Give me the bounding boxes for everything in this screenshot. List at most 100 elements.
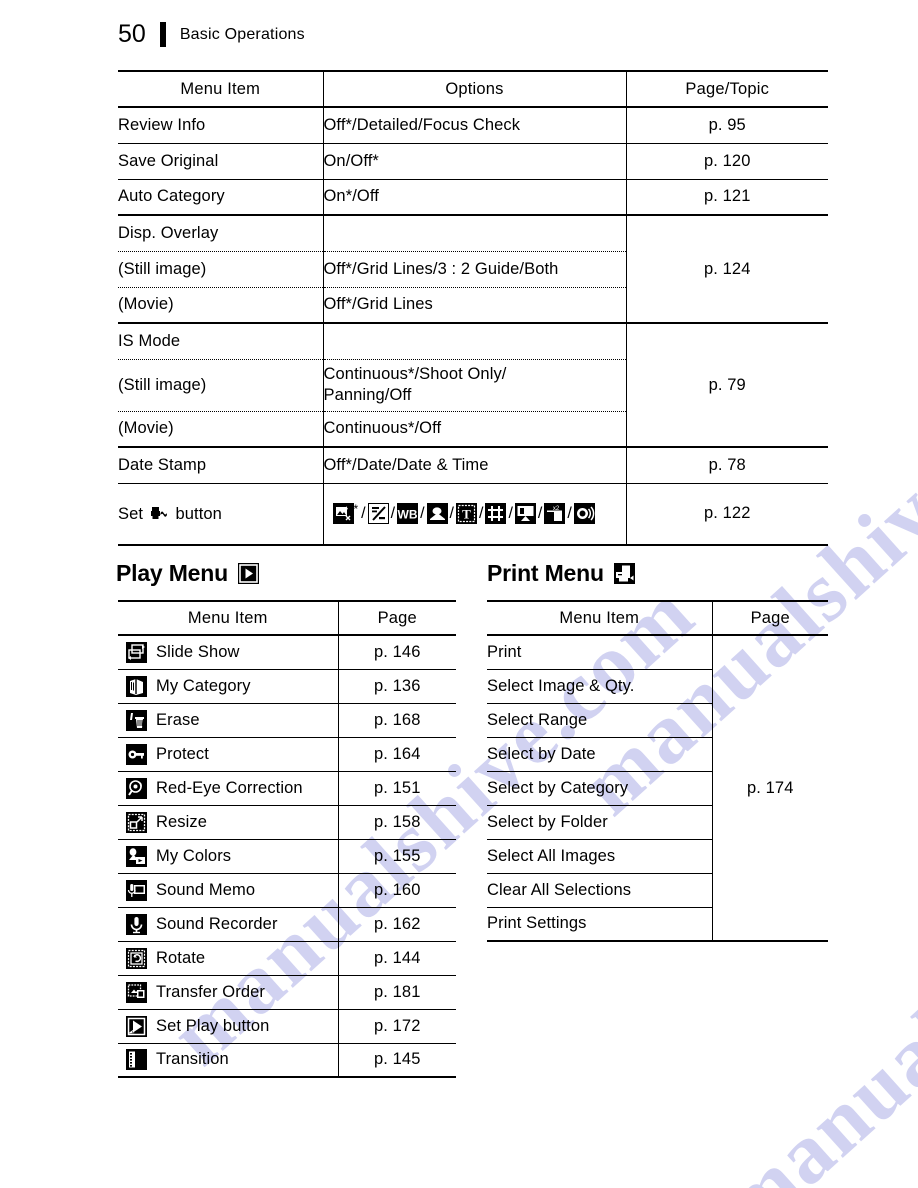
page-cell: p. 95 [708, 115, 746, 134]
set-button-icon-list: * / / WB / / T / / / x2 / [324, 499, 625, 528]
table-row: Sound Recorder p. 162 [118, 907, 456, 941]
menu-item-cell: Set button [118, 483, 324, 545]
menu-item-cell: Select Range [487, 703, 713, 737]
digital-tele-converter-icon: x2 [544, 503, 566, 525]
menu-item-cell: Auto Category [118, 179, 324, 215]
svg-text:WB: WB [398, 508, 418, 522]
page-cell: p. 181 [374, 982, 421, 1001]
my-colors-icon [126, 845, 147, 867]
protect-key-icon [126, 743, 147, 765]
menu-item-cell: Select by Folder [487, 805, 713, 839]
table-row: Set Play button p. 172 [118, 1009, 456, 1043]
rotate-icon [126, 947, 147, 969]
sound-recorder-icon [573, 503, 595, 525]
options-cell [323, 323, 627, 359]
options-cell: On*/Off [323, 179, 627, 215]
menu-item-cell: Slide Show [118, 635, 339, 669]
options-cell: Continuous*/Off [323, 411, 627, 447]
menu-item-cell: Sound Memo [118, 873, 339, 907]
table-row: Auto Category On*/Off p. 121 [118, 179, 828, 215]
menu-item-label: My Colors [156, 846, 232, 865]
page-cell: p. 120 [704, 151, 751, 170]
print-menu-table: Menu Item Page Print p. 174 Select Image… [487, 600, 828, 942]
menu-item-cell: IS Mode [118, 323, 324, 359]
menu-item-cell: Transfer Order [118, 975, 339, 1009]
menu-item-cell: Protect [118, 737, 339, 771]
page-cell: p. 124 [704, 259, 751, 278]
set-button-label-after: button [175, 504, 222, 523]
icon-separator: / [420, 505, 425, 523]
menu-item-cell: (Still image) [118, 359, 324, 411]
menu-item-label: My Category [156, 676, 251, 695]
column-header-menu-item: Menu Item [487, 601, 713, 635]
menu-item-label: Sound Memo [156, 880, 256, 899]
table-row: Red-Eye Correction p. 151 [118, 771, 456, 805]
menu-item-cell: Red-Eye Correction [118, 771, 339, 805]
svg-text:x2: x2 [553, 506, 560, 512]
table-header-row: Menu Item Page [118, 601, 456, 635]
menu-item-label: Rotate [156, 948, 206, 967]
no-image-icon [332, 503, 354, 525]
page-cell: p. 121 [704, 187, 751, 206]
menu-item-cell: (Still image) [118, 251, 324, 287]
options-cell: Continuous*/Shoot Only/Panning/Off [323, 359, 627, 411]
table-row: Transfer Order p. 181 [118, 975, 456, 1009]
table-row: Print p. 174 [487, 635, 828, 797]
grid-lines-icon [485, 503, 507, 525]
table-row: Date Stamp Off*/Date/Date & Time p. 78 [118, 447, 828, 483]
menu-item-cell: Select by Date [487, 737, 713, 771]
menu-item-cell: Select Image & Qty. [487, 669, 713, 703]
menu-item-label: Transition [156, 1050, 229, 1069]
shooting-menu-table: Menu Item Options Page/Topic Review Info… [118, 70, 828, 546]
menu-item-cell: Set Play button [118, 1009, 339, 1043]
icon-separator: / [508, 505, 513, 523]
page-cell: p. 151 [374, 778, 421, 797]
slide-show-icon [126, 641, 147, 663]
text-icon: T [455, 503, 477, 525]
transition-icon [126, 1049, 147, 1071]
options-cell: Off*/Detailed/Focus Check [323, 107, 627, 143]
page-cell: p. 158 [374, 812, 421, 831]
column-header-page: Page [750, 608, 790, 627]
page-cell: p. 162 [374, 914, 421, 933]
page-cell: p. 144 [374, 948, 421, 967]
page-cell: p. 122 [704, 504, 751, 523]
sound-recorder-icon [126, 913, 147, 935]
my-category-icon [126, 675, 147, 697]
table-row: IS Mode p. 79 [118, 323, 828, 394]
menu-item-cell: My Category [118, 669, 339, 703]
page-cell: p. 172 [374, 1016, 421, 1035]
print-icon [613, 563, 635, 584]
table-row: Save Original On/Off* p. 120 [118, 143, 828, 179]
page-cell: p. 164 [374, 744, 421, 763]
header-divider [159, 22, 166, 47]
options-cell-icons: * / / WB / / T / / / x2 / [323, 483, 627, 545]
erase-icon [126, 709, 147, 731]
page-number: 50 [118, 20, 146, 48]
table-row: Erase p. 168 [118, 703, 456, 737]
icon-separator: / [537, 505, 543, 523]
white-balance-icon: WB [397, 503, 419, 525]
column-header-menu-item: Menu Item [118, 601, 339, 635]
menu-item-cell: Erase [118, 703, 339, 737]
svg-text:T: T [462, 507, 471, 522]
menu-item-cell: (Movie) [118, 411, 324, 447]
table-row: Protect p. 164 [118, 737, 456, 771]
table-row: My Colors p. 155 [118, 839, 456, 873]
menu-item-label: Sound Recorder [156, 914, 278, 933]
page-cell: p. 145 [374, 1050, 421, 1069]
menu-item-cell: Print Settings [487, 907, 713, 941]
table-header-row: Menu Item Page [487, 601, 828, 635]
resize-icon [126, 811, 147, 833]
options-cell [323, 215, 627, 251]
play-menu-title: Play Menu [116, 560, 228, 586]
set-button-label-before: Set [118, 504, 144, 523]
options-cell: Off*/Date/Date & Time [323, 447, 627, 483]
table-row: Review Info Off*/Detailed/Focus Check p.… [118, 107, 828, 143]
menu-item-cell: Transition [118, 1043, 339, 1077]
menu-item-cell: Review Info [118, 107, 324, 143]
table-row: Sound Memo p. 160 [118, 873, 456, 907]
icon-group: * [332, 503, 358, 525]
running-head: Basic Operations [179, 25, 305, 43]
page-cell: p. 78 [708, 455, 746, 474]
